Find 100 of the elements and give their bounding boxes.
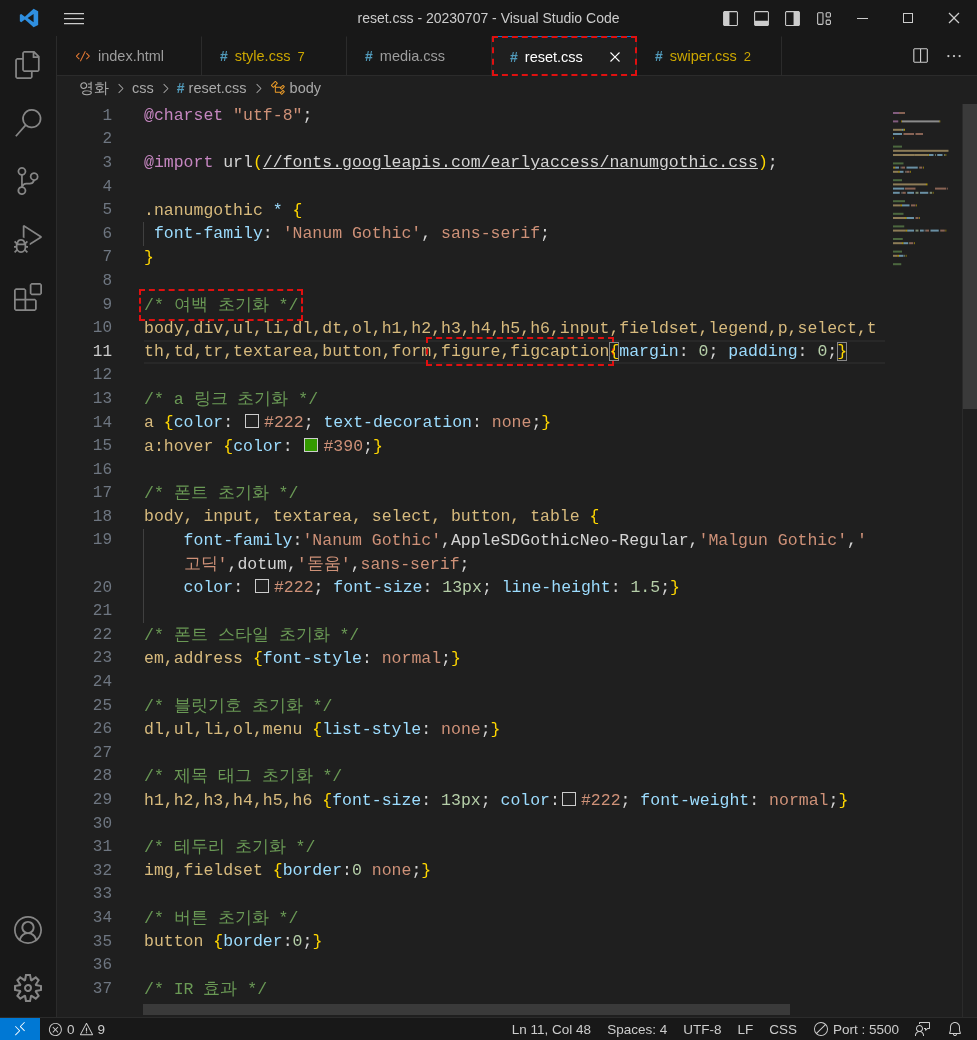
- port-icon: [812, 1021, 829, 1037]
- line-number: 9: [101, 295, 113, 314]
- breadcrumb-item[interactable]: body: [289, 80, 321, 96]
- app-logo: [18, 7, 40, 29]
- line-number: 31: [91, 838, 113, 857]
- line-number: 26: [91, 720, 113, 739]
- code-line: a:hover {color: #390;}: [144, 436, 383, 456]
- code-line: button {border:0;}: [144, 932, 323, 952]
- code-line: /* IR 효과 */: [144, 978, 268, 1000]
- maximize-icon[interactable]: [900, 10, 916, 26]
- error-icon: [48, 1021, 63, 1037]
- remote-button[interactable]: [0, 1018, 40, 1040]
- line-number: 2: [101, 130, 113, 149]
- code-icon: [75, 48, 91, 64]
- layout-icon[interactable]: [815, 9, 832, 27]
- account-icon[interactable]: [14, 916, 42, 944]
- status-item[interactable]: CSS: [761, 1021, 805, 1037]
- line-number: 8: [101, 271, 113, 290]
- code-line: /* 제목 태그 초기화 */: [144, 766, 343, 788]
- split-editor-icon[interactable]: [911, 46, 929, 65]
- code-line: em,address {font-style: normal;}: [144, 648, 461, 668]
- code-line: dl,ul,li,ol,menu {list-style: none;}: [144, 719, 501, 739]
- code-line: font-family: 'Nanum Gothic', sans-serif;: [152, 224, 550, 244]
- hash-icon: #: [176, 80, 185, 96]
- hash-icon: #: [220, 48, 228, 64]
- search-icon[interactable]: [14, 109, 42, 137]
- line-number: 20: [91, 578, 113, 597]
- warning-icon: [78, 1021, 94, 1037]
- status-item[interactable]: UTF-8: [675, 1021, 730, 1037]
- status-item[interactable]: LF: [729, 1021, 762, 1037]
- line-number: 27: [91, 743, 113, 762]
- line-number: 4: [101, 177, 113, 196]
- hash-icon: #: [510, 48, 518, 65]
- line-number: 5: [101, 201, 113, 220]
- line-number: 30: [91, 814, 113, 833]
- code-line: /* a 링크 초기화 */: [144, 388, 319, 410]
- port-button[interactable]: Port : 5500: [804, 1021, 907, 1037]
- files-icon[interactable]: [14, 51, 42, 79]
- sidebar-left-icon[interactable]: [722, 9, 739, 27]
- line-number: 24: [91, 673, 113, 692]
- editor-tab[interactable]: # reset.css: [492, 36, 637, 76]
- code-line: a {color: #222; text-decoration: none;}: [144, 413, 552, 432]
- line-number: 37: [91, 979, 113, 998]
- code-line: /* 블릿기호 초기화 */: [144, 695, 333, 717]
- line-number: 11: [91, 342, 113, 361]
- line-number: 36: [91, 956, 113, 975]
- extensions-icon[interactable]: [14, 283, 42, 311]
- line-number: 34: [91, 909, 113, 927]
- breadcrumb-item[interactable]: css: [132, 80, 154, 96]
- line-number: 1: [101, 106, 113, 125]
- line-number: 29: [91, 791, 113, 809]
- scrollbar-thumb[interactable]: [963, 104, 977, 409]
- code-line: body, input, textarea, select, button, table {: [144, 507, 600, 527]
- hash-icon: #: [655, 48, 663, 64]
- status-item[interactable]: Ln 11, Col 48: [503, 1021, 600, 1037]
- line-number: 12: [91, 366, 113, 385]
- close-icon[interactable]: [946, 10, 962, 26]
- code-line: /* 폰트 스타일 초기화 */: [144, 624, 360, 646]
- sidebar-right-icon[interactable]: [784, 9, 801, 27]
- hash-icon: #: [365, 48, 373, 64]
- code-line: {margin: 0; padding: 0;}: [609, 342, 848, 362]
- code-line: img,fieldset {border:0 none;}: [144, 861, 432, 881]
- status-item[interactable]: Spaces: 4: [599, 1021, 676, 1037]
- settings-icon[interactable]: [14, 974, 42, 1002]
- remote-icon: [12, 1021, 28, 1037]
- line-number: 17: [91, 484, 113, 503]
- code-line: @import url(//fonts.googleapis.com/earlyaccess/nanumgothic.css);: [144, 153, 778, 173]
- code-line: .nanumgothic * {: [144, 200, 303, 220]
- code-line: font-family:'Nanum Gothic',AppleSDGothicNeo-Regular,'Malgun Gothic',': [182, 531, 867, 550]
- line-number: 22: [91, 625, 113, 644]
- bell-icon[interactable]: [947, 1021, 963, 1037]
- line-number: 3: [101, 154, 113, 172]
- code-line: /* 폰트 초기화 */: [144, 483, 299, 505]
- code-line: @charset "utf-8";: [144, 106, 313, 126]
- code-line: th,td,tr,textarea,button,form: [144, 342, 432, 362]
- breadcrumb-item[interactable]: reset.css: [188, 80, 247, 96]
- code-line: body,div,ul,li,dl,dt,ol,h1,h2,h3,h4,h5,h6,input,fieldset,legend,p,select,t: [144, 318, 877, 338]
- window-title: reset.css - 20230707 - Visual Studio Code: [357, 10, 620, 26]
- problems-button[interactable]: 0 9: [40, 1021, 114, 1037]
- line-number: 13: [91, 389, 113, 408]
- horizontal-scrollbar[interactable]: [143, 1004, 790, 1015]
- code-line: /* 버튼 초기화 */: [144, 908, 299, 929]
- panel-icon[interactable]: [753, 9, 770, 27]
- line-number: 35: [91, 932, 113, 951]
- line-number: 21: [91, 602, 113, 621]
- line-number: 25: [91, 696, 113, 715]
- line-number: 32: [91, 861, 113, 880]
- line-number: 18: [91, 507, 113, 526]
- feedback-icon[interactable]: [915, 1021, 931, 1037]
- code-line: color: #222; font-size: 13px; line-height: 1.5;}: [182, 578, 680, 598]
- line-number: 6: [101, 224, 113, 243]
- line-number: 19: [91, 531, 113, 550]
- line-number: 23: [91, 649, 113, 668]
- run-debug-icon[interactable]: [14, 225, 42, 253]
- symbol-icon: [269, 80, 286, 96]
- code-line: }: [144, 247, 154, 267]
- breadcrumb-item[interactable]: 영화: [79, 78, 109, 98]
- line-number: 28: [91, 767, 113, 786]
- line-number: 14: [91, 413, 113, 432]
- line-number: 15: [91, 437, 113, 456]
